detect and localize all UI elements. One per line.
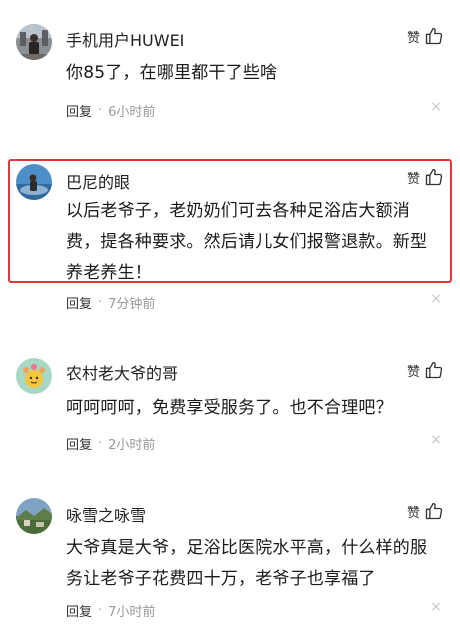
avatar[interactable] bbox=[16, 164, 52, 200]
comment-meta: 回复 · 7分钟前 bbox=[66, 293, 155, 312]
separator: · bbox=[98, 603, 103, 618]
comment-meta: 回复 · 2小时前 bbox=[66, 434, 155, 453]
like-label: 赞 bbox=[406, 171, 420, 187]
thumbs-up-icon bbox=[425, 168, 443, 186]
like-button[interactable]: 赞 bbox=[407, 26, 444, 46]
like-label: 赞 bbox=[406, 364, 420, 380]
comment-text: 以后老爷子，老奶奶们可去各种足浴店大额消费，提各种要求。然后请儿女们报警退款。新… bbox=[66, 201, 428, 283]
avatar[interactable] bbox=[16, 498, 52, 534]
close-icon[interactable]: × bbox=[430, 99, 442, 115]
username[interactable]: 农村老大爷的哥 bbox=[66, 360, 178, 384]
comment-text: 大爷真是大爷，足浴比医院水平高，什么样的服务让老爷子花费四十万，老爷子也享福了 bbox=[66, 538, 428, 589]
timestamp: 2小时前 bbox=[108, 438, 156, 453]
username[interactable]: 巴尼的眼 bbox=[66, 169, 130, 193]
comment-meta: 回复 · 7小时前 bbox=[66, 601, 155, 620]
separator: · bbox=[98, 436, 103, 451]
like-label: 赞 bbox=[406, 505, 420, 521]
close-icon[interactable]: × bbox=[430, 291, 442, 307]
thumbs-up-icon bbox=[425, 361, 443, 379]
timestamp: 6小时前 bbox=[108, 105, 156, 120]
username[interactable]: 咏雪之咏雪 bbox=[66, 502, 146, 526]
separator: · bbox=[98, 295, 103, 310]
comment-meta: 回复 · 6小时前 bbox=[66, 101, 155, 120]
thumbs-up-icon bbox=[425, 27, 443, 45]
like-label: 赞 bbox=[406, 30, 420, 46]
close-icon[interactable]: × bbox=[430, 599, 442, 615]
comment-text: 呵呵呵呵，免费享受服务了。也不合理吧？ bbox=[66, 398, 393, 418]
reply-button[interactable]: 回复 bbox=[66, 101, 92, 120]
thumbs-up-icon bbox=[425, 502, 443, 520]
avatar[interactable] bbox=[16, 358, 52, 394]
separator: · bbox=[98, 103, 103, 118]
comment-text: 你85了，在哪里都干了些啥 bbox=[66, 63, 278, 83]
like-button[interactable]: 赞 bbox=[407, 360, 444, 380]
close-icon[interactable]: × bbox=[430, 432, 442, 448]
like-button[interactable]: 赞 bbox=[407, 167, 444, 187]
avatar[interactable] bbox=[16, 24, 52, 60]
reply-button[interactable]: 回复 bbox=[66, 293, 92, 312]
timestamp: 7分钟前 bbox=[108, 297, 156, 312]
timestamp: 7小时前 bbox=[108, 605, 156, 620]
username[interactable]: 手机用户HUWEI bbox=[66, 27, 184, 51]
reply-button[interactable]: 回复 bbox=[66, 434, 92, 453]
like-button[interactable]: 赞 bbox=[407, 501, 444, 521]
reply-button[interactable]: 回复 bbox=[66, 601, 92, 620]
